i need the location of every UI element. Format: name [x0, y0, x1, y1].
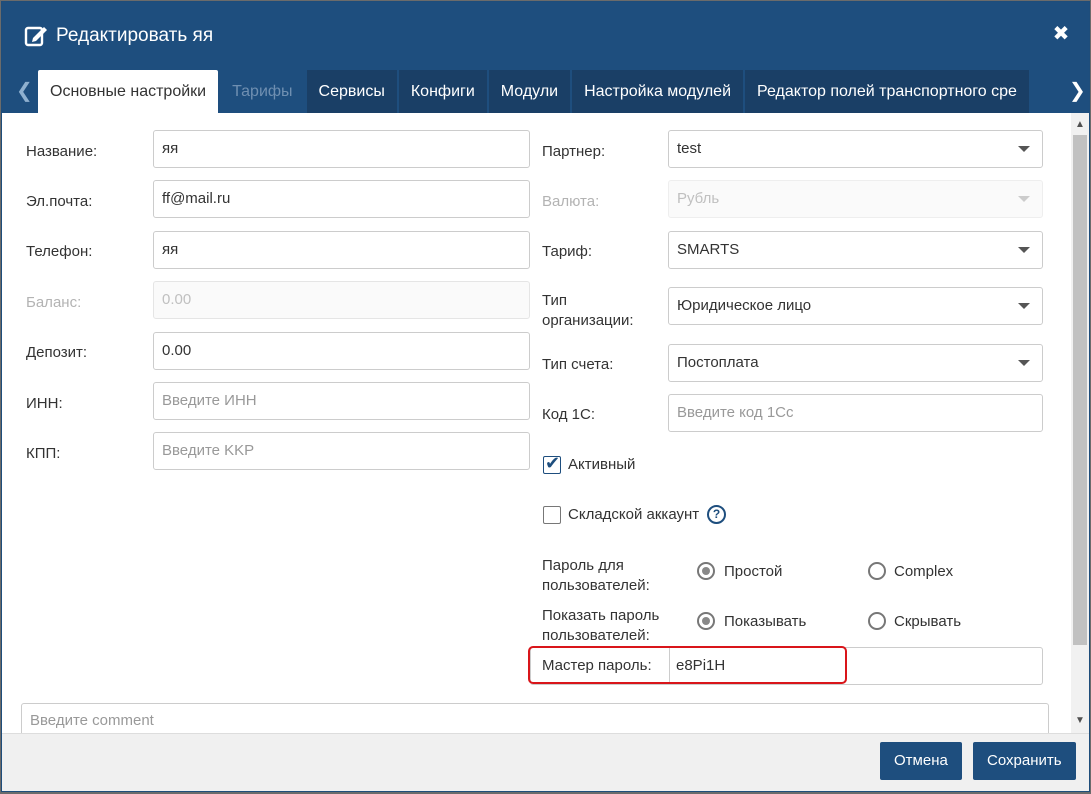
show-password-option-label: Показывать [724, 613, 807, 630]
partner-value: test [677, 140, 702, 157]
hide-password-option-label: Скрывать [894, 613, 962, 630]
active-label: Активный [568, 456, 636, 473]
inn-input[interactable]: Введите ИНН [153, 382, 530, 420]
tariff-select[interactable]: SMARTS [668, 231, 1043, 269]
chevron-down-icon [1018, 196, 1030, 202]
chevron-down-icon [1018, 360, 1030, 366]
password-simple-label: Простой [724, 563, 783, 580]
dialog-title: Редактировать яя [24, 21, 213, 51]
highlight-box [528, 646, 847, 684]
tab-module-settings[interactable]: Настройка модулей [572, 70, 744, 113]
password-complex-label: Complex [894, 563, 954, 580]
partner-label: Партнер: [542, 143, 606, 160]
dialog-title-text: Редактировать яя [56, 25, 214, 46]
kpp-label: КПП: [26, 445, 61, 462]
cancel-button[interactable]: Отмена [880, 742, 962, 780]
tab-modules[interactable]: Модули [488, 70, 571, 113]
account-type-select[interactable]: Постоплата [668, 344, 1043, 382]
help-icon[interactable]: ? [707, 505, 726, 524]
warehouse-label: Складской аккаунт [568, 506, 700, 523]
dialog-body: Название: яя Эл.почта: ff@mail.ru Телефо… [2, 113, 1089, 733]
balance-label: Баланс: [26, 294, 82, 311]
tab-vehicle-fields-editor[interactable]: Редактор полей транспортного сре [745, 70, 1029, 113]
inn-label: ИНН: [26, 395, 63, 412]
scrollbar-thumb[interactable] [1073, 135, 1087, 645]
show-password-label-line2: пользователей: [542, 627, 650, 644]
password-complex-radio[interactable] [868, 562, 886, 580]
scroll-down-icon[interactable]: ▼ [1071, 713, 1089, 729]
partner-select[interactable]: test [668, 130, 1043, 168]
tab-scroll-left-icon[interactable]: ❮ [16, 80, 33, 102]
save-button[interactable]: Сохранить [973, 742, 1076, 780]
org-type-label-line1: Тип [542, 292, 568, 309]
deposit-label: Депозит: [26, 344, 88, 361]
show-password-radio[interactable] [697, 612, 715, 630]
comment-input[interactable]: Введите comment [21, 703, 1049, 733]
name-input[interactable]: яя [153, 130, 530, 168]
org-type-label-line2: организации: [542, 312, 634, 329]
show-password-label-line1: Показать пароль [542, 607, 660, 624]
phone-label: Телефон: [26, 243, 93, 260]
tariff-value: SMARTS [677, 241, 740, 258]
tab-scroll-right-icon[interactable]: ❯ [1069, 80, 1086, 102]
dialog-footer: Отмена Сохранить [2, 733, 1089, 791]
chevron-down-icon [1018, 303, 1030, 309]
code-1c-input[interactable]: Введите код 1Сс [668, 394, 1043, 432]
vertical-scrollbar[interactable]: ▲ ▼ [1071, 113, 1089, 733]
password-mode-label-line2: пользователей: [542, 577, 650, 594]
chevron-down-icon [1018, 146, 1030, 152]
warehouse-checkbox[interactable] [543, 506, 561, 524]
tab-bar: Основные настройки Тарифы Сервисы Конфиги Мо… [38, 70, 1055, 113]
password-simple-radio[interactable] [697, 562, 715, 580]
tab-tariffs[interactable]: Тарифы [220, 70, 304, 113]
edit-dialog: Редактировать яя ✖ ❮ Основные настройки Т… [1, 1, 1090, 792]
email-input[interactable]: ff@mail.ru [153, 180, 530, 218]
chevron-down-icon [1018, 247, 1030, 253]
account-type-label: Тип счета: [542, 356, 614, 373]
currency-value: Рубль [677, 190, 720, 207]
org-type-select[interactable]: Юридическое лицо [668, 287, 1043, 325]
dialog-header: Редактировать яя ✖ ❮ Основные настройки Т… [2, 2, 1089, 113]
active-checkbox[interactable]: ✔ [543, 453, 561, 474]
close-icon[interactable]: ✖ [1051, 24, 1071, 44]
email-label: Эл.почта: [26, 193, 93, 210]
currency-label: Валюта: [542, 193, 600, 210]
phone-input[interactable]: яя [153, 231, 530, 269]
tab-configs[interactable]: Конфиги [398, 70, 487, 113]
org-type-value: Юридическое лицо [677, 297, 812, 314]
code-1c-label: Код 1С: [542, 406, 596, 423]
password-mode-label-line1: Пароль для [542, 557, 624, 574]
tab-services[interactable]: Сервисы [306, 70, 397, 113]
balance-input: 0.00 [153, 281, 530, 319]
kpp-input[interactable]: Введите KKP [153, 432, 530, 470]
currency-select: Рубль [668, 180, 1043, 218]
name-label: Название: [26, 143, 98, 160]
scroll-up-icon[interactable]: ▲ [1071, 117, 1089, 133]
checkmark-icon: ✔ [545, 453, 561, 473]
tab-main-settings[interactable]: Основные настройки [38, 70, 219, 113]
deposit-input[interactable]: 0.00 [153, 332, 530, 370]
edit-icon [24, 26, 47, 47]
tariff-label: Тариф: [542, 243, 593, 260]
hide-password-radio[interactable] [868, 612, 886, 630]
account-type-value: Постоплата [677, 354, 759, 371]
